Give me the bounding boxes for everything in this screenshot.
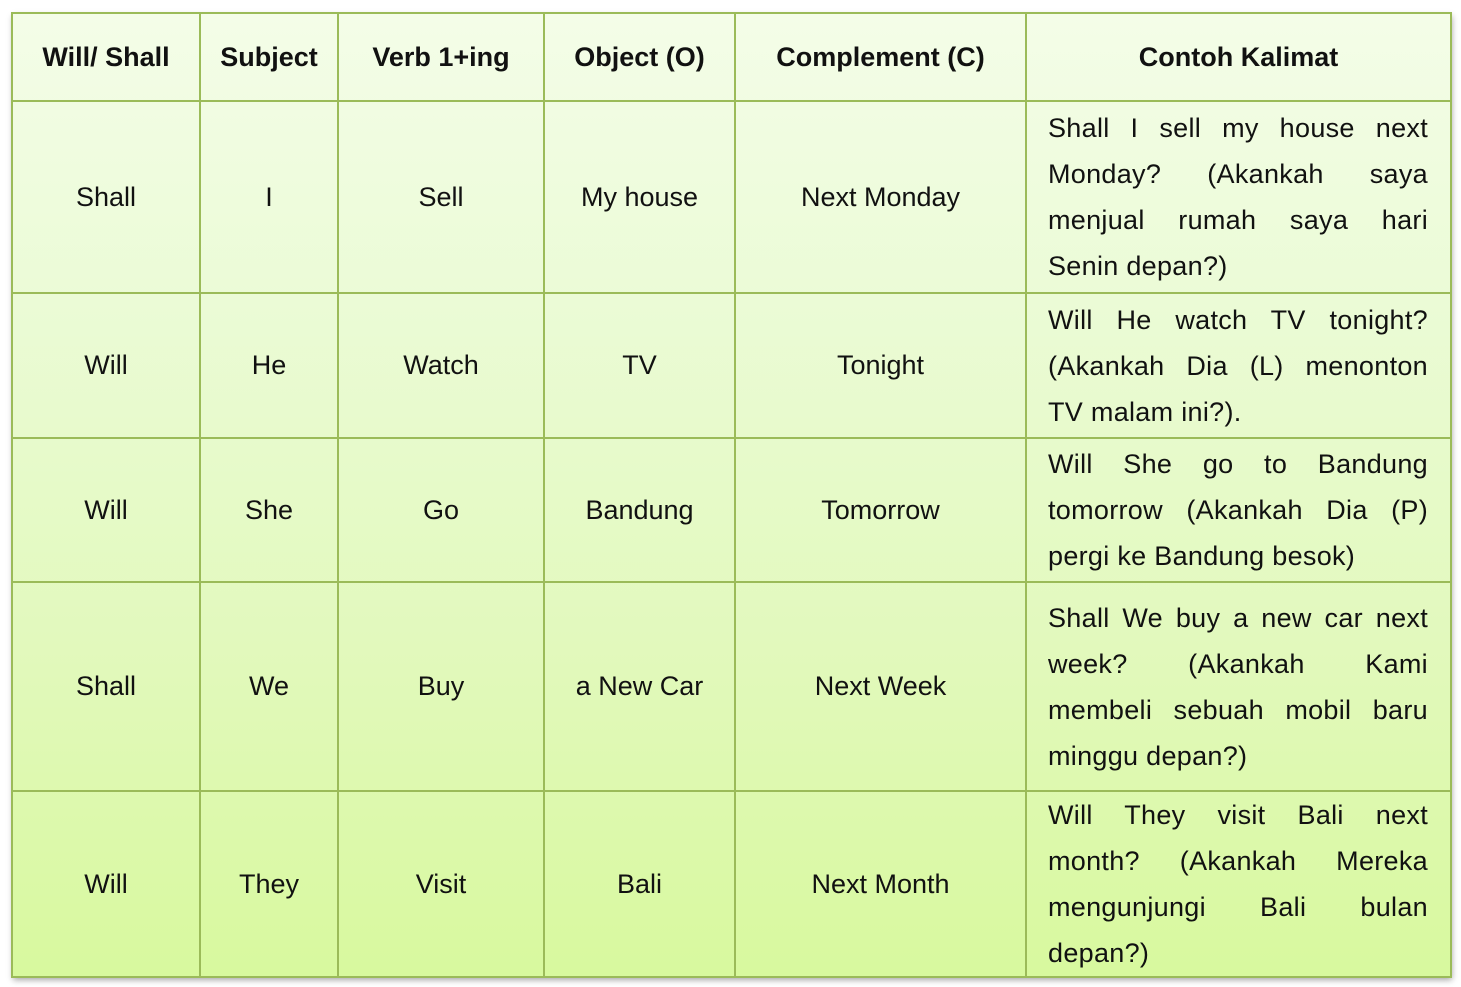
header-will-shall: Will/ Shall — [11, 12, 201, 102]
cell-subject: He — [199, 292, 339, 439]
cell-complement: Tonight — [734, 292, 1027, 439]
cell-complement: Tomorrow — [734, 437, 1027, 583]
cell-verb: Go — [337, 437, 545, 583]
cell-example-sentence: Will He watch TV tonight? (Akankah Dia (… — [1025, 292, 1452, 439]
cell-object: TV — [543, 292, 736, 439]
cell-example-sentence: Will She go to Bandung tomorrow (Akankah… — [1025, 437, 1452, 583]
cell-object: Bali — [543, 790, 736, 978]
header-complement: Complement (C) — [734, 12, 1027, 102]
grammar-table-container: Will/ Shall Subject Verb 1+ing Object (O… — [11, 12, 1452, 978]
cell-example-sentence: Shall We buy a new car next week? (Akank… — [1025, 581, 1452, 792]
cell-subject: We — [199, 581, 339, 792]
cell-subject: They — [199, 790, 339, 978]
cell-subject: She — [199, 437, 339, 583]
table-row: Will He Watch TV Tonight Will He watch T… — [11, 292, 1452, 439]
table-row: Will They Visit Bali Next Month Will The… — [11, 790, 1452, 978]
header-example-sentence: Contoh Kalimat — [1025, 12, 1452, 102]
table-row: Shall I Sell My house Next Monday Shall … — [11, 100, 1452, 294]
cell-will-shall: Will — [11, 790, 201, 978]
cell-verb: Watch — [337, 292, 545, 439]
cell-will-shall: Will — [11, 292, 201, 439]
header-object: Object (O) — [543, 12, 736, 102]
cell-complement: Next Week — [734, 581, 1027, 792]
cell-subject: I — [199, 100, 339, 294]
cell-example-sentence: Will They visit Bali next month? (Akanka… — [1025, 790, 1452, 978]
header-row: Will/ Shall Subject Verb 1+ing Object (O… — [11, 12, 1452, 102]
cell-complement: Next Month — [734, 790, 1027, 978]
table-row: Shall We Buy a New Car Next Week Shall W… — [11, 581, 1452, 792]
cell-complement: Next Monday — [734, 100, 1027, 294]
cell-verb: Buy — [337, 581, 545, 792]
cell-object: a New Car — [543, 581, 736, 792]
table-row: Will She Go Bandung Tomorrow Will She go… — [11, 437, 1452, 583]
cell-example-sentence: Shall I sell my house next Monday? (Akan… — [1025, 100, 1452, 294]
header-verb: Verb 1+ing — [337, 12, 545, 102]
cell-will-shall: Shall — [11, 581, 201, 792]
cell-verb: Sell — [337, 100, 545, 294]
header-subject: Subject — [199, 12, 339, 102]
cell-object: My house — [543, 100, 736, 294]
cell-will-shall: Will — [11, 437, 201, 583]
cell-object: Bandung — [543, 437, 736, 583]
cell-verb: Visit — [337, 790, 545, 978]
cell-will-shall: Shall — [11, 100, 201, 294]
future-continuous-question-table: Will/ Shall Subject Verb 1+ing Object (O… — [11, 12, 1452, 978]
